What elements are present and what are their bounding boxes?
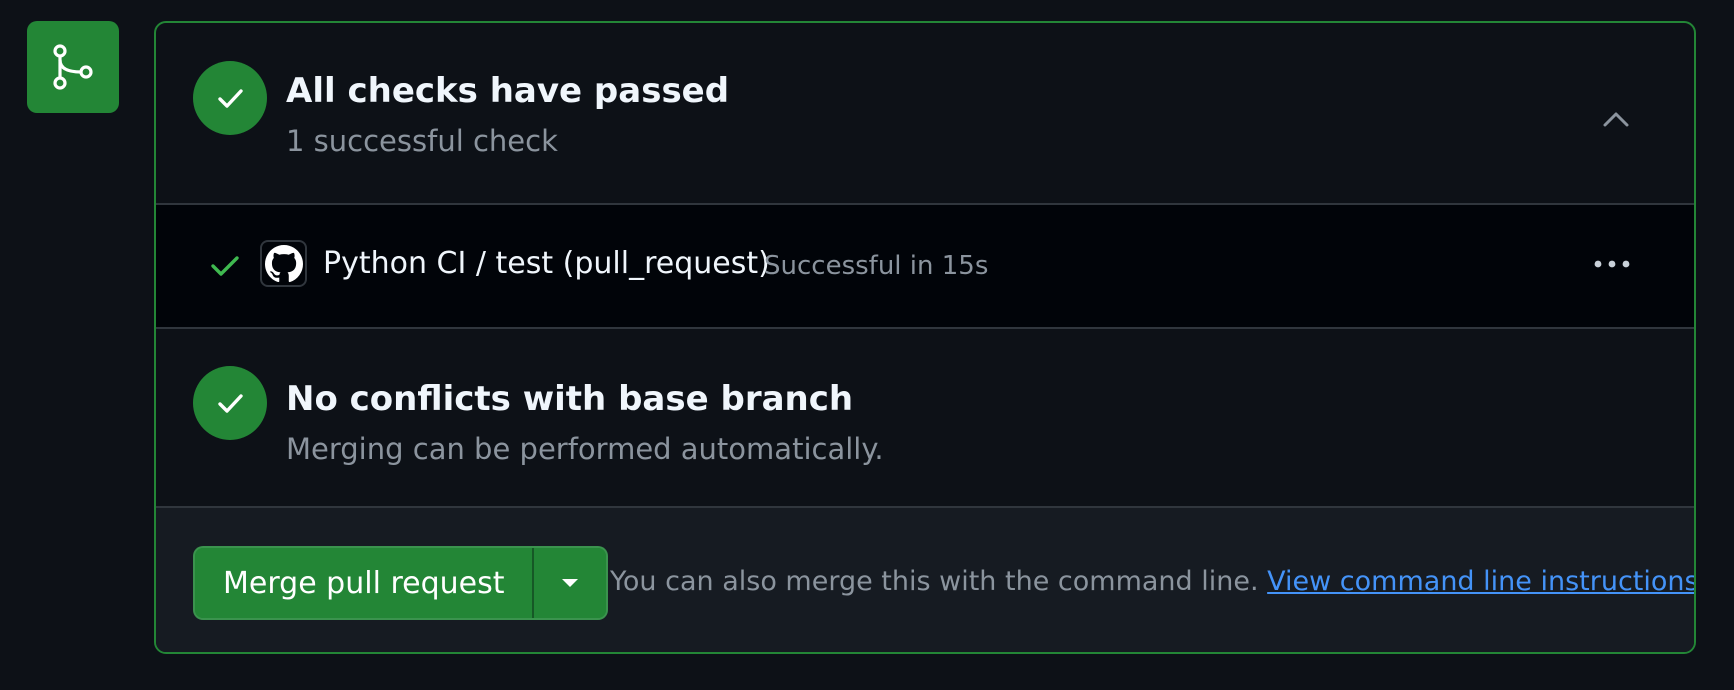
check-run-menu-button[interactable] <box>1590 247 1634 281</box>
git-branch-icon <box>27 21 119 113</box>
merge-method-dropdown-button[interactable] <box>534 548 607 618</box>
conflicts-subtitle: Merging can be performed automatically. <box>286 432 884 466</box>
check-icon <box>211 256 239 276</box>
merge-pull-request-button[interactable]: Merge pull request <box>195 548 535 618</box>
chevron-up-icon <box>1603 112 1629 127</box>
collapse-checks-button[interactable] <box>1598 105 1634 135</box>
merge-button-group: Merge pull request <box>193 546 609 620</box>
merge-status-panel: All checks have passed 1 successful chec… <box>154 21 1696 654</box>
checks-section: All checks have passed 1 successful chec… <box>156 23 1694 205</box>
check-run-row[interactable]: Python CI / test (pull_request) Successf… <box>156 205 1694 329</box>
kebab-horizontal-icon <box>1594 260 1630 268</box>
check-icon <box>193 61 267 135</box>
checks-title: All checks have passed <box>286 71 730 111</box>
command-line-note: You can also merge this with the command… <box>610 566 1694 597</box>
conflicts-section: No conflicts with base branch Merging ca… <box>156 329 1694 508</box>
triangle-down-icon <box>562 579 579 587</box>
command-line-note-text: You can also merge this with the command… <box>610 566 1259 597</box>
merge-section: Merge pull request You can also merge th… <box>156 508 1694 652</box>
check-run-name[interactable]: Python CI / test (pull_request) <box>323 246 770 281</box>
command-line-instructions-link[interactable]: View command line instructions. <box>1267 566 1694 597</box>
github-icon <box>260 240 307 287</box>
merge-box-page: All checks have passed 1 successful chec… <box>0 0 1734 690</box>
checks-subtitle: 1 successful check <box>286 124 558 158</box>
check-run-status: Successful in 15s <box>764 251 989 281</box>
check-icon <box>193 366 267 440</box>
conflicts-title: No conflicts with base branch <box>286 379 854 419</box>
